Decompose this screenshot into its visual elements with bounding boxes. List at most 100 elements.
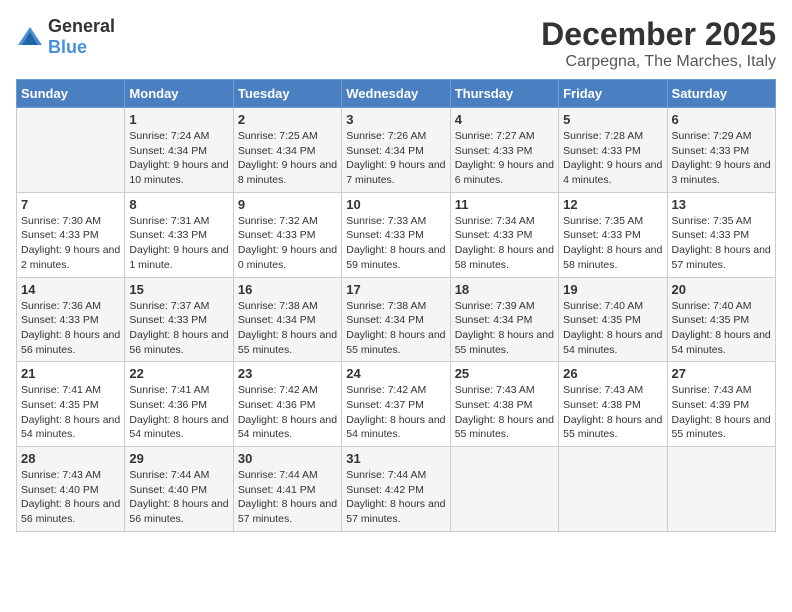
day-detail: Sunrise: 7:34 AM Sunset: 4:33 PM Dayligh… (455, 214, 554, 273)
day-number: 21 (21, 366, 120, 381)
day-detail: Sunrise: 7:26 AM Sunset: 4:34 PM Dayligh… (346, 129, 445, 188)
calendar-cell: 21 Sunrise: 7:41 AM Sunset: 4:35 PM Dayli… (17, 362, 125, 447)
day-number: 15 (129, 282, 228, 297)
day-number: 27 (672, 366, 771, 381)
day-detail: Sunrise: 7:29 AM Sunset: 4:33 PM Dayligh… (672, 129, 771, 188)
calendar-cell: 30 Sunrise: 7:44 AM Sunset: 4:41 PM Dayli… (233, 447, 341, 532)
weekday-header-cell: Tuesday (233, 80, 341, 108)
day-detail: Sunrise: 7:30 AM Sunset: 4:33 PM Dayligh… (21, 214, 120, 273)
calendar-cell: 20Sunrise: 7:40 AM Sunset: 4:35 PM Dayli… (667, 277, 775, 362)
day-detail: Sunrise: 7:41 AM Sunset: 4:36 PM Dayligh… (129, 383, 228, 442)
weekday-header-cell: Saturday (667, 80, 775, 108)
weekday-header-cell: Monday (125, 80, 233, 108)
calendar-week-row: 14Sunrise: 7:36 AM Sunset: 4:33 PM Dayli… (17, 277, 776, 362)
weekday-header-cell: Thursday (450, 80, 558, 108)
day-number: 7 (21, 197, 120, 212)
day-number: 29 (129, 451, 228, 466)
day-number: 16 (238, 282, 337, 297)
day-detail: Sunrise: 7:43 AM Sunset: 4:38 PM Dayligh… (455, 383, 554, 442)
weekday-header-cell: Sunday (17, 80, 125, 108)
day-detail: Sunrise: 7:35 AM Sunset: 4:33 PM Dayligh… (672, 214, 771, 273)
calendar-week-row: 28 Sunrise: 7:43 AM Sunset: 4:40 PM Dayli… (17, 447, 776, 532)
logo: General Blue (16, 16, 115, 58)
calendar-cell: 27 Sunrise: 7:43 AM Sunset: 4:39 PM Dayli… (667, 362, 775, 447)
calendar-cell: 3 Sunrise: 7:26 AM Sunset: 4:34 PM Daylig… (342, 108, 450, 193)
day-number: 26 (563, 366, 662, 381)
day-number: 5 (563, 112, 662, 127)
logo-text: General Blue (48, 16, 115, 58)
calendar-cell: 12 Sunrise: 7:35 AM Sunset: 4:33 PM Dayli… (559, 192, 667, 277)
calendar-cell: 25 Sunrise: 7:43 AM Sunset: 4:38 PM Dayli… (450, 362, 558, 447)
calendar-cell: 8Sunrise: 7:31 AM Sunset: 4:33 PM Daylig… (125, 192, 233, 277)
day-number: 17 (346, 282, 445, 297)
day-detail: Sunrise: 7:42 AM Sunset: 4:36 PM Dayligh… (238, 383, 337, 442)
calendar-cell: 24Sunrise: 7:42 AM Sunset: 4:37 PM Dayli… (342, 362, 450, 447)
title-block: December 2025 Carpegna, The Marches, Ita… (541, 16, 776, 71)
day-number: 23 (238, 366, 337, 381)
day-number: 18 (455, 282, 554, 297)
weekday-header-cell: Friday (559, 80, 667, 108)
calendar-cell: 9 Sunrise: 7:32 AM Sunset: 4:33 PM Daylig… (233, 192, 341, 277)
day-detail: Sunrise: 7:38 AM Sunset: 4:34 PM Dayligh… (238, 299, 337, 358)
day-number: 13 (672, 197, 771, 212)
calendar-week-row: 7 Sunrise: 7:30 AM Sunset: 4:33 PM Daylig… (17, 192, 776, 277)
day-number: 6 (672, 112, 771, 127)
day-detail: Sunrise: 7:32 AM Sunset: 4:33 PM Dayligh… (238, 214, 337, 273)
day-detail: Sunrise: 7:43 AM Sunset: 4:39 PM Dayligh… (672, 383, 771, 442)
calendar-cell (667, 447, 775, 532)
calendar-cell: 18 Sunrise: 7:39 AM Sunset: 4:34 PM Dayli… (450, 277, 558, 362)
day-detail: Sunrise: 7:28 AM Sunset: 4:33 PM Dayligh… (563, 129, 662, 188)
calendar-cell: 17 Sunrise: 7:38 AM Sunset: 4:34 PM Dayli… (342, 277, 450, 362)
calendar-cell: 4Sunrise: 7:27 AM Sunset: 4:33 PM Daylig… (450, 108, 558, 193)
calendar-cell: 22 Sunrise: 7:41 AM Sunset: 4:36 PM Dayli… (125, 362, 233, 447)
calendar-body: 1 Sunrise: 7:24 AM Sunset: 4:34 PM Daylig… (17, 108, 776, 532)
day-number: 9 (238, 197, 337, 212)
calendar-cell (559, 447, 667, 532)
calendar-cell: 13 Sunrise: 7:35 AM Sunset: 4:33 PM Dayli… (667, 192, 775, 277)
day-number: 28 (21, 451, 120, 466)
day-detail: Sunrise: 7:41 AM Sunset: 4:35 PM Dayligh… (21, 383, 120, 442)
calendar-cell (17, 108, 125, 193)
day-detail: Sunrise: 7:44 AM Sunset: 4:41 PM Dayligh… (238, 468, 337, 527)
day-detail: Sunrise: 7:31 AM Sunset: 4:33 PM Dayligh… (129, 214, 228, 273)
day-number: 14 (21, 282, 120, 297)
day-detail: Sunrise: 7:35 AM Sunset: 4:33 PM Dayligh… (563, 214, 662, 273)
day-detail: Sunrise: 7:38 AM Sunset: 4:34 PM Dayligh… (346, 299, 445, 358)
day-number: 3 (346, 112, 445, 127)
calendar-cell: 14Sunrise: 7:36 AM Sunset: 4:33 PM Dayli… (17, 277, 125, 362)
day-number: 12 (563, 197, 662, 212)
day-detail: Sunrise: 7:42 AM Sunset: 4:37 PM Dayligh… (346, 383, 445, 442)
calendar-cell: 1 Sunrise: 7:24 AM Sunset: 4:34 PM Daylig… (125, 108, 233, 193)
day-number: 10 (346, 197, 445, 212)
day-number: 25 (455, 366, 554, 381)
day-number: 11 (455, 197, 554, 212)
location-title: Carpegna, The Marches, Italy (541, 53, 776, 71)
logo-icon (16, 23, 44, 51)
day-detail: Sunrise: 7:33 AM Sunset: 4:33 PM Dayligh… (346, 214, 445, 273)
day-detail: Sunrise: 7:43 AM Sunset: 4:40 PM Dayligh… (21, 468, 120, 527)
day-detail: Sunrise: 7:43 AM Sunset: 4:38 PM Dayligh… (563, 383, 662, 442)
calendar-cell (450, 447, 558, 532)
calendar-cell: 16 Sunrise: 7:38 AM Sunset: 4:34 PM Dayli… (233, 277, 341, 362)
calendar-cell: 5 Sunrise: 7:28 AM Sunset: 4:33 PM Daylig… (559, 108, 667, 193)
calendar-cell: 29Sunrise: 7:44 AM Sunset: 4:40 PM Dayli… (125, 447, 233, 532)
day-detail: Sunrise: 7:24 AM Sunset: 4:34 PM Dayligh… (129, 129, 228, 188)
day-detail: Sunrise: 7:39 AM Sunset: 4:34 PM Dayligh… (455, 299, 554, 358)
calendar-cell: 7 Sunrise: 7:30 AM Sunset: 4:33 PM Daylig… (17, 192, 125, 277)
calendar-cell: 26 Sunrise: 7:43 AM Sunset: 4:38 PM Dayli… (559, 362, 667, 447)
calendar-cell: 6 Sunrise: 7:29 AM Sunset: 4:33 PM Daylig… (667, 108, 775, 193)
day-number: 1 (129, 112, 228, 127)
day-number: 30 (238, 451, 337, 466)
calendar-table: SundayMondayTuesdayWednesdayThursdayFrid… (16, 79, 776, 532)
calendar-cell: 15 Sunrise: 7:37 AM Sunset: 4:33 PM Dayli… (125, 277, 233, 362)
day-detail: Sunrise: 7:27 AM Sunset: 4:33 PM Dayligh… (455, 129, 554, 188)
day-number: 2 (238, 112, 337, 127)
logo-general: General (48, 16, 115, 36)
day-detail: Sunrise: 7:40 AM Sunset: 4:35 PM Dayligh… (563, 299, 662, 358)
calendar-cell: 10 Sunrise: 7:33 AM Sunset: 4:33 PM Dayli… (342, 192, 450, 277)
day-number: 20 (672, 282, 771, 297)
day-number: 22 (129, 366, 228, 381)
weekday-header-cell: Wednesday (342, 80, 450, 108)
month-title: December 2025 (541, 16, 776, 53)
day-detail: Sunrise: 7:37 AM Sunset: 4:33 PM Dayligh… (129, 299, 228, 358)
